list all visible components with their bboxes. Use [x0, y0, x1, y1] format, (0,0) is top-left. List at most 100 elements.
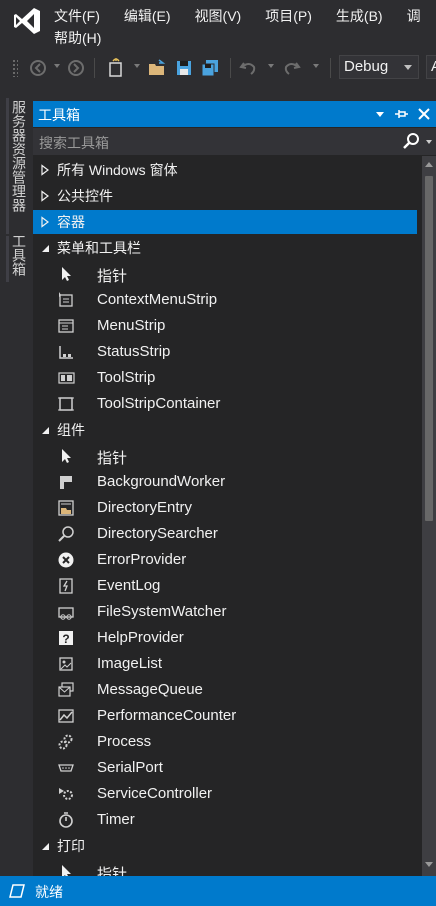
auto-hide-pin-icon[interactable]	[393, 105, 409, 123]
redo-dropdown-icon[interactable]	[313, 64, 319, 68]
undo-icon[interactable]	[238, 58, 258, 78]
performance-counter-icon	[57, 707, 75, 725]
context-menu-strip-icon	[57, 291, 75, 309]
toolbox-item[interactable]: ImageList	[33, 652, 417, 676]
menu-debug[interactable]: 调	[407, 4, 421, 28]
visual-studio-logo-icon	[14, 8, 40, 34]
toolbox-item-label: DirectorySearcher	[97, 525, 218, 542]
vertical-scrollbar[interactable]	[422, 156, 436, 876]
toolbox-item[interactable]: Process	[33, 730, 417, 754]
toolbox-category[interactable]: 容器	[33, 210, 417, 234]
toolbox-search[interactable]: 搜索工具箱	[33, 128, 436, 155]
toolbox-item-label: FileSystemWatcher	[97, 603, 227, 620]
search-icon[interactable]	[401, 131, 421, 151]
tab-toolbox[interactable]: 工具箱	[10, 234, 28, 276]
toolbox-item[interactable]: 指针	[33, 444, 417, 468]
search-options-dropdown-icon[interactable]	[426, 140, 432, 144]
serial-port-icon	[57, 759, 75, 777]
toolbox-item[interactable]: ? HelpProvider	[33, 626, 417, 650]
process-icon	[57, 733, 75, 751]
open-file-icon[interactable]	[147, 58, 167, 78]
toolbox-item[interactable]: MessageQueue	[33, 678, 417, 702]
toolbox-item-label: 指针	[97, 866, 128, 876]
toolbox-item[interactable]: Timer	[33, 808, 417, 832]
collapsed-triangle-icon[interactable]	[40, 164, 50, 176]
back-dropdown-icon[interactable]	[54, 64, 60, 68]
menu-edit[interactable]: 编辑(E)	[124, 4, 171, 28]
new-project-icon[interactable]	[106, 58, 126, 78]
toolbox-item-label: DirectoryEntry	[97, 499, 193, 516]
toolbox-item-label: Timer	[97, 811, 135, 828]
expanded-triangle-icon[interactable]	[40, 242, 50, 254]
search-input[interactable]: 搜索工具箱	[39, 133, 109, 153]
image-list-icon	[57, 655, 75, 673]
toolbox-item-label: ToolStripContainer	[97, 395, 221, 412]
close-icon[interactable]	[416, 105, 432, 123]
toolbox-item[interactable]: ErrorProvider	[33, 548, 417, 572]
window-position-dropdown-icon[interactable]	[372, 105, 388, 123]
toolbar-grip[interactable]	[12, 59, 18, 77]
toolbox-item[interactable]: SerialPort	[33, 756, 417, 780]
tab-server-explorer[interactable]: 服务器资源管理器	[10, 100, 28, 212]
toolbox-category[interactable]: 打印	[33, 834, 417, 858]
scroll-down-icon[interactable]	[425, 862, 433, 867]
toolbox-item[interactable]: 指针	[33, 860, 417, 876]
toolbox-item-label: ImageList	[97, 655, 163, 672]
help-provider-icon: ?	[57, 629, 75, 647]
toolbox-category-label: 组件	[57, 422, 85, 438]
menu-file[interactable]: 文件(F)	[54, 4, 100, 28]
toolbox-item-label: BackgroundWorker	[97, 473, 226, 490]
toolbox-item-label: ContextMenuStrip	[97, 291, 218, 308]
toolbox-item[interactable]: BackgroundWorker	[33, 470, 417, 494]
toolbox-category[interactable]: 菜单和工具栏	[33, 236, 417, 260]
toolbar-separator	[230, 58, 231, 78]
solution-platform-select[interactable]: A	[426, 55, 436, 79]
redo-icon[interactable]	[282, 58, 302, 78]
menu-project[interactable]: 项目(P)	[265, 4, 312, 28]
toolbox-item[interactable]: MenuStrip	[33, 314, 417, 338]
toolbox-item[interactable]: ToolStripContainer	[33, 392, 417, 416]
toolbox-category-label: 公共控件	[57, 188, 113, 204]
toolbox-item[interactable]: EventLog	[33, 574, 417, 598]
menu-help[interactable]: 帮助(H)	[54, 28, 101, 48]
collapsed-triangle-icon[interactable]	[40, 190, 50, 202]
status-text: 就绪	[35, 884, 63, 900]
toolbox-item[interactable]: DirectorySearcher	[33, 522, 417, 546]
side-tab-indicator	[6, 98, 9, 234]
toolbox-item-label: 指针	[97, 450, 128, 467]
toolbox-item[interactable]: DirectoryEntry	[33, 496, 417, 520]
toolbox-panel: 工具箱 搜索工具箱 所有 Windows 窗体 公共控件 容器 菜单和工具栏 指针 Con…	[33, 101, 436, 876]
navigate-forward-icon[interactable]	[66, 58, 86, 78]
toolbox-item[interactable]: ToolStrip	[33, 366, 417, 390]
toolbox-item[interactable]: PerformanceCounter	[33, 704, 417, 728]
save-all-icon[interactable]	[200, 58, 220, 78]
menu-build[interactable]: 生成(B)	[336, 4, 383, 28]
tool-strip-icon	[57, 369, 75, 387]
expanded-triangle-icon[interactable]	[40, 424, 50, 436]
toolbox-category[interactable]: 组件	[33, 418, 417, 442]
side-tab-indicator	[6, 236, 9, 282]
toolbox-category[interactable]: 所有 Windows 窗体	[33, 158, 417, 182]
toolbox-item[interactable]: FileSystemWatcher	[33, 600, 417, 624]
chevron-down-icon	[404, 65, 412, 70]
toolbox-title-bar: 工具箱	[33, 101, 436, 127]
scrollbar-thumb[interactable]	[425, 176, 433, 521]
new-project-dropdown-icon[interactable]	[134, 64, 140, 68]
toolbox-item[interactable]: 指针	[33, 262, 417, 286]
scroll-up-icon[interactable]	[425, 162, 433, 167]
solution-configuration-select[interactable]: Debug	[339, 55, 419, 79]
toolbox-category-label: 打印	[57, 838, 85, 854]
menu-bar: 文件(F) 编辑(E) 视图(V) 项目(P) 生成(B) 调 帮助(H)	[0, 0, 436, 52]
toolbox-item[interactable]: StatusStrip	[33, 340, 417, 364]
toolbox-item[interactable]: ServiceController	[33, 782, 417, 806]
save-icon[interactable]	[174, 58, 194, 78]
error-provider-icon	[57, 551, 75, 569]
navigate-back-icon[interactable]	[28, 58, 48, 78]
expanded-triangle-icon[interactable]	[40, 840, 50, 852]
collapsed-triangle-icon[interactable]	[40, 216, 50, 228]
toolbox-item[interactable]: ContextMenuStrip	[33, 288, 417, 312]
menu-row: 文件(F) 编辑(E) 视图(V) 项目(P) 生成(B) 调	[54, 4, 436, 28]
toolbox-category[interactable]: 公共控件	[33, 184, 417, 208]
undo-dropdown-icon[interactable]	[268, 64, 274, 68]
menu-view[interactable]: 视图(V)	[195, 4, 242, 28]
